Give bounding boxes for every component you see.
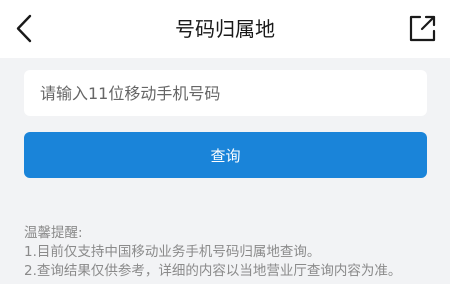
query-button[interactable]: 查询 [24, 132, 427, 178]
phone-number-input[interactable] [24, 70, 427, 116]
share-button[interactable] [402, 9, 442, 49]
tips-title: 温馨提醒: [24, 225, 83, 241]
chevron-left-icon [16, 14, 32, 43]
tip-item: 2.查询结果仅供参考，详细的内容以当地营业厅查询内容为准。 [24, 263, 402, 279]
tip-item: 1.目前仅支持中国移动业务手机号码归属地查询。 [24, 244, 321, 260]
top-navigation-bar: 号码归属地 [0, 0, 450, 58]
back-button[interactable] [6, 9, 46, 49]
share-external-icon [409, 15, 436, 42]
tips-section: 温馨提醒: 1.目前仅支持中国移动业务手机号码归属地查询。 2.查询结果仅供参考… [24, 224, 450, 281]
page-title: 号码归属地 [175, 17, 275, 41]
